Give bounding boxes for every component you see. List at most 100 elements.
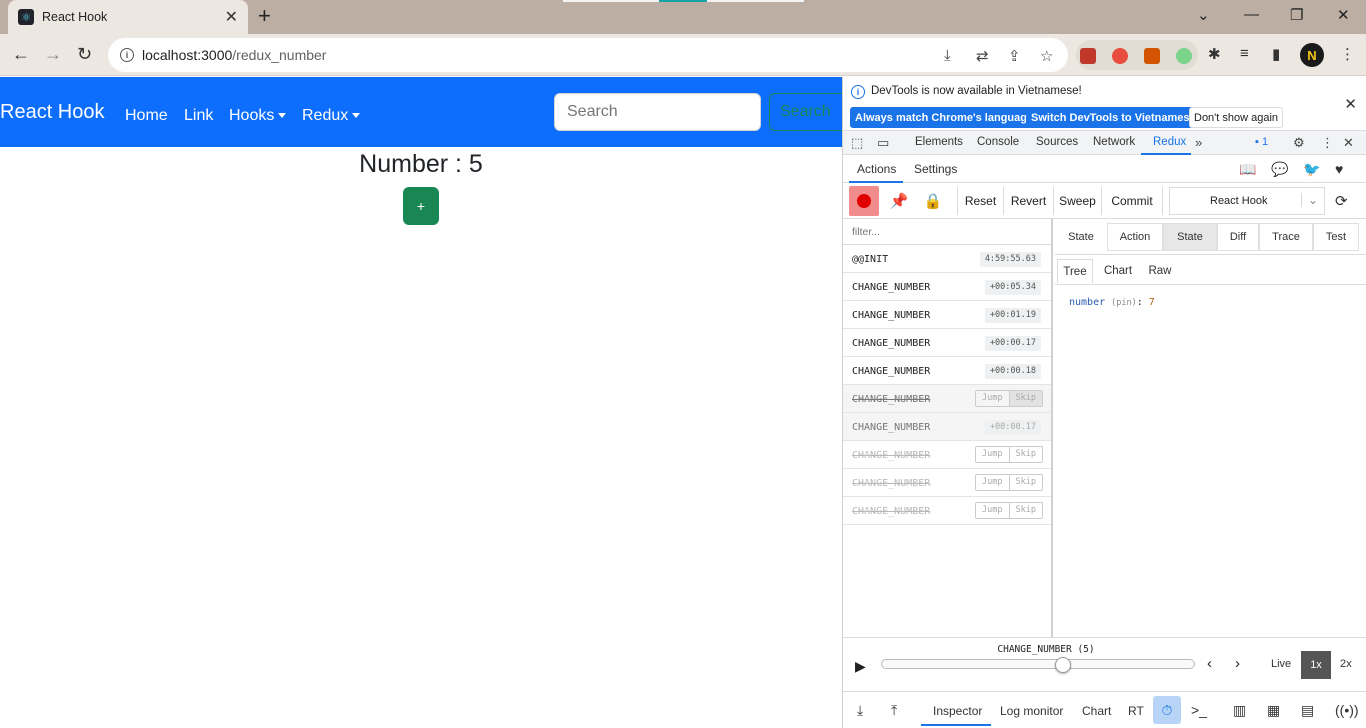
restore-icon[interactable]: ❐ (1290, 6, 1303, 24)
slider-thumb[interactable] (1055, 657, 1072, 673)
inspector-tab-test[interactable]: Test (1313, 223, 1359, 251)
device-toolbar-icon[interactable]: ▭ (877, 135, 889, 151)
tab-sources[interactable]: Sources (1036, 136, 1078, 148)
feedback-icon[interactable]: 💬 (1271, 161, 1288, 178)
always-match-language-button[interactable]: Always match Chrome's language (850, 107, 1039, 128)
pin-icon[interactable]: 📌 (884, 186, 914, 216)
sync-icon[interactable]: ⟳ (1335, 192, 1348, 210)
subtab-actions[interactable]: Actions (857, 162, 896, 176)
subtab-settings[interactable]: Settings (914, 162, 957, 176)
reload-icon[interactable]: ↻ (77, 44, 92, 65)
jump-button[interactable]: Jump (976, 447, 1008, 462)
step-back-icon[interactable]: ‹ (1207, 655, 1212, 672)
action-row-skipped[interactable]: CHANGE_NUMBER Jump Skip (843, 497, 1051, 525)
inspector-tab-action[interactable]: Action (1107, 223, 1163, 251)
site-info-icon[interactable]: i (120, 48, 134, 62)
tab-network[interactable]: Network (1093, 136, 1135, 148)
layout-left-icon[interactable]: ▥ (1233, 702, 1246, 719)
layout-grid-icon[interactable]: ▦ (1267, 702, 1280, 719)
inspector-tab-state[interactable]: State (1163, 223, 1217, 251)
monitor-tab-rt[interactable]: RT (1128, 704, 1144, 718)
lock-icon[interactable]: 🔒 (918, 186, 948, 216)
extensions-puzzle-icon[interactable]: ✱ (1208, 45, 1221, 63)
speed-1x-button[interactable]: 1x (1301, 651, 1331, 679)
reset-button[interactable]: Reset (957, 187, 1003, 215)
inspect-element-icon[interactable]: ⬚ (851, 135, 863, 151)
bookmark-star-icon[interactable]: ☆ (1040, 47, 1053, 65)
skip-button[interactable]: Skip (1008, 475, 1042, 490)
jump-button[interactable]: Jump (976, 503, 1008, 518)
browser-tab[interactable]: ⚛ React Hook ✕ (8, 0, 248, 34)
extension-icon[interactable] (1176, 48, 1192, 64)
skip-button[interactable]: Skip (1008, 447, 1042, 462)
action-row[interactable]: CHANGE_NUMBER +00:00.18 (843, 357, 1051, 385)
devtools-close-icon[interactable]: ✕ (1343, 135, 1354, 151)
docs-book-icon[interactable]: 📖 (1239, 161, 1256, 178)
extension-icon[interactable] (1112, 48, 1128, 64)
instance-select[interactable]: React Hook ⌄ (1169, 187, 1325, 215)
revert-button[interactable]: Revert (1003, 187, 1053, 215)
tab-search-chevron-icon[interactable]: ⌄ (1197, 6, 1210, 24)
monitor-tab-inspector[interactable]: Inspector (933, 704, 982, 718)
action-row[interactable]: CHANGE_NUMBER +00:00.17 (843, 329, 1051, 357)
minimize-icon[interactable]: — (1244, 6, 1259, 23)
commit-button[interactable]: Commit (1101, 187, 1163, 215)
state-pin-link[interactable]: (pin) (1111, 298, 1137, 308)
inspector-tab-state-top[interactable]: State (1059, 223, 1103, 251)
action-row-skipped[interactable]: CHANGE_NUMBER Jump Skip (843, 469, 1051, 497)
action-filter-input[interactable] (843, 219, 1051, 245)
back-arrow-icon[interactable]: ← (12, 44, 30, 65)
search-input[interactable] (554, 93, 761, 131)
window-close-icon[interactable]: ✕ (1337, 6, 1350, 24)
skip-button[interactable]: Skip (1008, 391, 1042, 406)
infobar-close-icon[interactable]: ✕ (1344, 95, 1357, 113)
extension-icon[interactable] (1080, 48, 1096, 64)
action-row[interactable]: @@INIT 4:59:55.63 (843, 245, 1051, 273)
tab-elements[interactable]: Elements (915, 136, 963, 148)
inspector-tab-diff[interactable]: Diff (1217, 223, 1259, 251)
inspector-tab-trace[interactable]: Trace (1259, 223, 1313, 251)
issues-badge[interactable]: ▪ 1 (1255, 136, 1268, 148)
forward-arrow-icon[interactable]: → (44, 44, 62, 65)
switch-to-vietnamese-button[interactable]: Switch DevTools to Vietnamese (1026, 107, 1201, 128)
speed-2x-button[interactable]: 2x (1340, 658, 1352, 670)
nav-dropdown-redux[interactable]: Redux (302, 107, 361, 125)
view-tab-raw[interactable]: Raw (1143, 259, 1177, 283)
play-icon[interactable]: ▶ (855, 658, 866, 675)
tab-console[interactable]: Console (977, 136, 1019, 148)
address-bar[interactable]: i localhost:3000 /redux_number ⤓ ⇄ ⇪ ☆ (108, 38, 1068, 72)
side-panel-icon[interactable]: ▮ (1272, 45, 1280, 63)
chrome-menu-icon[interactable]: ⋮ (1340, 45, 1355, 63)
layout-bottom-icon[interactable]: ▤ (1301, 702, 1314, 719)
nav-dropdown-hooks[interactable]: Hooks (229, 107, 287, 125)
increment-button[interactable]: + (403, 187, 439, 225)
action-row[interactable]: CHANGE_NUMBER +00:05.34 (843, 273, 1051, 301)
extension-icon[interactable] (1144, 48, 1160, 64)
nav-link-link[interactable]: Link (184, 107, 213, 125)
install-app-icon[interactable]: ⤓ (944, 47, 951, 64)
persist-state-icon[interactable]: ⏱ (1153, 696, 1181, 724)
profile-avatar[interactable]: N (1300, 43, 1324, 67)
devtools-menu-icon[interactable]: ⋮ (1321, 135, 1334, 151)
settings-gear-icon[interactable]: ⚙ (1293, 135, 1305, 151)
remote-broadcast-icon[interactable]: ((•)) (1335, 702, 1359, 718)
monitor-tab-chart[interactable]: Chart (1082, 704, 1111, 718)
nav-link-home[interactable]: Home (125, 107, 168, 125)
action-row[interactable]: CHANGE_NUMBER +00:01.19 (843, 301, 1051, 329)
sweep-button[interactable]: Sweep (1053, 187, 1101, 215)
tab-close-icon[interactable]: ✕ (225, 7, 238, 27)
action-row-skipped[interactable]: CHANGE_NUMBER Jump Skip (843, 441, 1051, 469)
tab-redux[interactable]: Redux (1153, 136, 1186, 148)
navbar-brand[interactable]: React Hook (0, 101, 105, 124)
jump-button[interactable]: Jump (976, 391, 1008, 406)
more-tabs-icon[interactable]: » (1195, 135, 1202, 150)
export-icon[interactable]: ⤒ (891, 702, 897, 719)
new-tab-button[interactable]: + (258, 5, 271, 27)
media-control-icon[interactable]: ≡ (1240, 45, 1249, 62)
action-row-skipped[interactable]: CHANGE_NUMBER Jump Skip (843, 385, 1051, 413)
dont-show-again-button[interactable]: Don't show again (1189, 107, 1284, 128)
step-forward-icon[interactable]: › (1235, 655, 1240, 672)
live-button[interactable]: Live (1271, 658, 1291, 670)
twitter-icon[interactable]: 🐦 (1303, 161, 1320, 178)
monitor-tab-log[interactable]: Log monitor (1000, 704, 1063, 718)
